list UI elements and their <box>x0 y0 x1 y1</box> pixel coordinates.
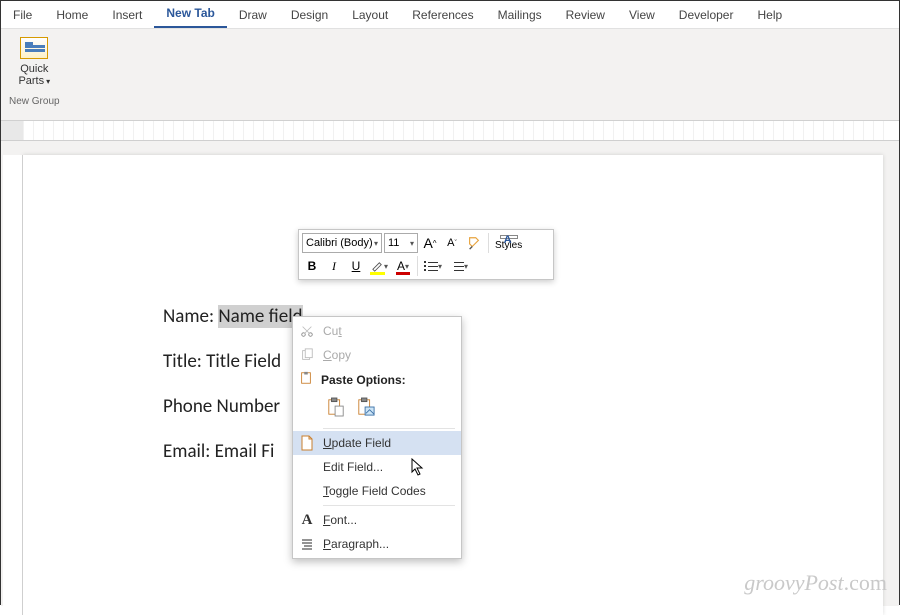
tab-developer[interactable]: Developer <box>667 2 746 28</box>
doc-line-phone[interactable]: Phone Number <box>163 395 883 418</box>
quick-parts-button[interactable]: Quick Parts▾ <box>9 33 60 92</box>
quick-parts-icon <box>20 37 48 59</box>
tab-mailings[interactable]: Mailings <box>486 2 554 28</box>
ctx-toggle-label: Toggle Field Codes <box>323 484 426 498</box>
numbering-icon <box>450 260 464 272</box>
context-menu: Cut Copy Paste Options: Update Field Edi… <box>292 316 462 559</box>
tab-new-tab[interactable]: New Tab <box>154 0 226 28</box>
tab-review[interactable]: Review <box>554 2 617 28</box>
quick-parts-label-2: Parts▾ <box>18 75 50 88</box>
blank-icon <box>299 459 315 475</box>
bullets-icon <box>424 260 438 272</box>
paste-icon <box>299 371 313 388</box>
chevron-down-icon: ▾ <box>410 239 414 248</box>
numbering-button[interactable]: ▾ <box>447 256 471 276</box>
font-icon: A <box>299 512 315 528</box>
bullets-button[interactable]: ▾ <box>417 256 445 276</box>
styles-button[interactable]: Styles <box>488 233 526 253</box>
ctx-update-field-label: Update Field <box>323 436 391 450</box>
tab-insert[interactable]: Insert <box>100 2 154 28</box>
paragraph-icon <box>299 536 315 552</box>
ribbon-body: Quick Parts▾ New Group <box>1 29 899 121</box>
chevron-down-icon: ▾ <box>46 77 50 86</box>
ctx-update-field[interactable]: Update Field <box>293 431 461 455</box>
styles-icon <box>500 235 518 239</box>
paste-picture-button[interactable] <box>353 394 379 420</box>
tab-file[interactable]: File <box>1 2 44 28</box>
format-painter-icon <box>467 236 481 250</box>
tab-draw[interactable]: Draw <box>227 2 279 28</box>
doc-line-email[interactable]: Email: Email Fi <box>163 440 883 463</box>
ctx-cut: Cut <box>293 319 461 343</box>
copy-icon <box>299 347 315 363</box>
ctx-paragraph[interactable]: Paragraph... <box>293 532 461 556</box>
mini-toolbar: Calibri (Body)▾ 11▾ A^ Aˇ Styles B I U ▾… <box>298 229 554 280</box>
separator <box>323 505 455 506</box>
font-color-button[interactable]: A▾ <box>393 256 413 276</box>
watermark: groovyPost.com <box>744 570 887 596</box>
doc-line-name[interactable]: Name: Name field <box>163 305 883 328</box>
tab-layout[interactable]: Layout <box>340 2 400 28</box>
ribbon-tabs: File Home Insert New Tab Draw Design Lay… <box>1 1 899 29</box>
ribbon-group-new-group: Quick Parts▾ New Group <box>1 29 68 120</box>
blank-icon <box>299 483 315 499</box>
shrink-font-button[interactable]: Aˇ <box>442 233 462 253</box>
ribbon-group-label: New Group <box>9 96 60 107</box>
chevron-down-icon: ▾ <box>374 239 378 248</box>
bold-button[interactable]: B <box>302 256 322 276</box>
horizontal-ruler[interactable] <box>1 121 899 141</box>
highlight-icon <box>371 260 384 273</box>
ctx-edit-field[interactable]: Edit Field... <box>293 455 461 479</box>
font-size-select[interactable]: 11▾ <box>384 233 418 253</box>
ctx-cut-label: Cut <box>323 324 342 338</box>
ctx-paragraph-label: Paragraph... <box>323 537 389 551</box>
separator <box>323 428 455 429</box>
tab-view[interactable]: View <box>617 2 667 28</box>
ctx-font[interactable]: A Font... <box>293 508 461 532</box>
ctx-copy-label: Copy <box>323 348 351 362</box>
vertical-ruler[interactable] <box>3 155 23 615</box>
ctx-copy: Copy <box>293 343 461 367</box>
format-painter-button[interactable] <box>464 233 484 253</box>
ctx-edit-field-label: Edit Field... <box>323 460 383 474</box>
underline-button[interactable]: U <box>346 256 366 276</box>
name-label: Name: <box>163 305 218 328</box>
scissors-icon <box>299 323 315 339</box>
name-field-selected[interactable]: Name field <box>218 305 302 328</box>
doc-line-title[interactable]: Title: Title Field <box>163 350 883 373</box>
ctx-paste-heading: Paste Options: <box>293 367 461 392</box>
highlight-color-button[interactable]: ▾ <box>368 256 391 276</box>
tab-home[interactable]: Home <box>44 2 100 28</box>
paste-keep-source-button[interactable] <box>323 394 349 420</box>
tab-references[interactable]: References <box>400 2 485 28</box>
font-name-select[interactable]: Calibri (Body)▾ <box>302 233 382 253</box>
tab-design[interactable]: Design <box>279 2 340 28</box>
quick-parts-label-1: Quick <box>20 63 48 75</box>
grow-font-button[interactable]: A^ <box>420 233 440 253</box>
italic-button[interactable]: I <box>324 256 344 276</box>
ctx-font-label: Font... <box>323 513 357 527</box>
page-icon <box>299 435 315 451</box>
tab-help[interactable]: Help <box>745 2 794 28</box>
ctx-toggle-field-codes[interactable]: Toggle Field Codes <box>293 479 461 503</box>
ctx-paste-options <box>293 392 461 426</box>
